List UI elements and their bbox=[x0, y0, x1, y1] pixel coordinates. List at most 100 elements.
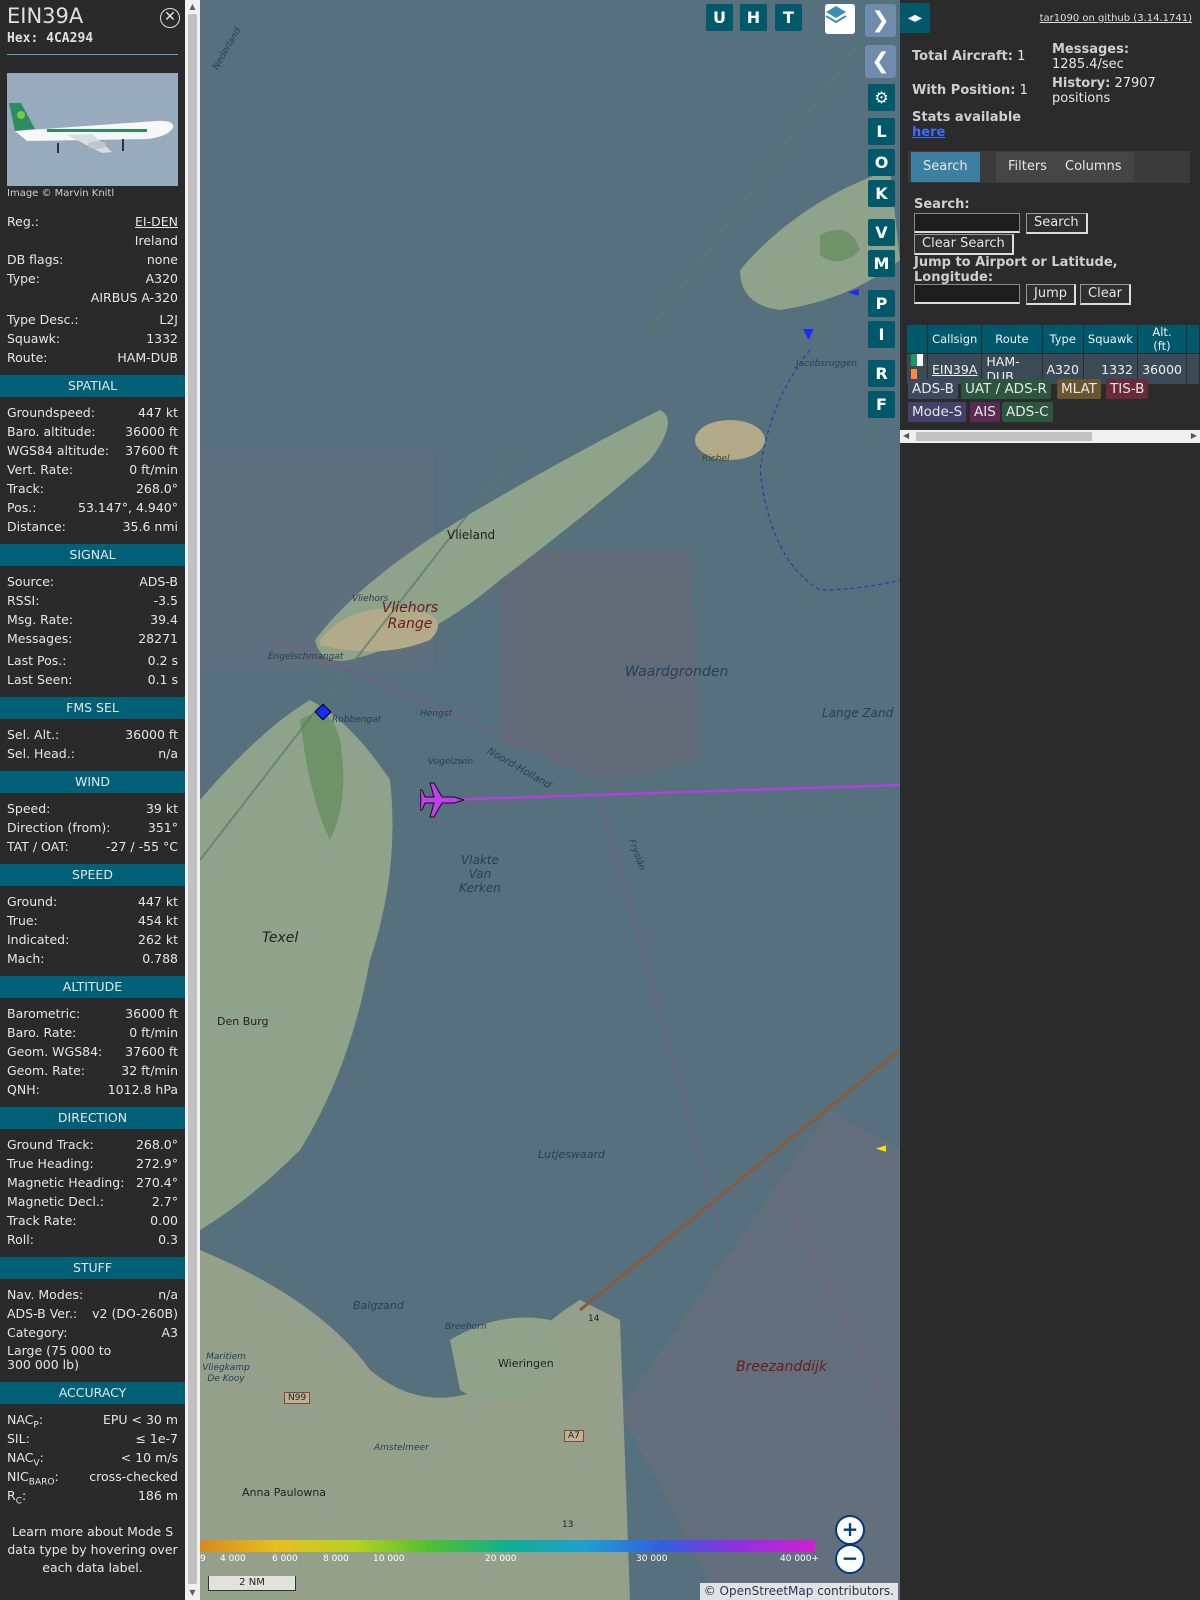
row-label[interactable]: Baro. altitude: bbox=[7, 422, 96, 441]
row-label[interactable]: Barometric: bbox=[7, 1004, 80, 1023]
source-chip-adsc[interactable]: ADS-C bbox=[1002, 402, 1053, 422]
row-label[interactable]: RSSI: bbox=[7, 591, 39, 610]
row-label[interactable]: Track Rate: bbox=[7, 1211, 77, 1230]
source-chip-tisb[interactable]: TIS-B bbox=[1106, 379, 1149, 399]
row-label[interactable]: True Heading: bbox=[7, 1154, 94, 1173]
row-label[interactable]: True: bbox=[7, 911, 38, 930]
row-label[interactable]: Indicated: bbox=[7, 930, 69, 949]
jump-input[interactable] bbox=[914, 284, 1020, 304]
scroll-up-icon[interactable]: ▲ bbox=[185, 2, 200, 11]
toggle-sidebar-icon[interactable]: ◂▸ bbox=[900, 3, 930, 33]
search-button[interactable]: Search bbox=[1026, 213, 1088, 234]
map-button-v[interactable]: V bbox=[868, 219, 895, 246]
row-label[interactable]: NACP: bbox=[7, 1410, 43, 1431]
column-header-callsign[interactable]: Callsign bbox=[928, 325, 982, 353]
row-label[interactable]: TAT / OAT: bbox=[7, 837, 69, 856]
search-input[interactable] bbox=[914, 213, 1020, 233]
row-label[interactable]: Mach: bbox=[7, 949, 44, 968]
close-icon[interactable]: ✕ bbox=[160, 8, 180, 28]
tab-search[interactable]: Search bbox=[911, 152, 980, 182]
yellow-marker-icon[interactable]: ◄ bbox=[876, 1141, 886, 1156]
row-label[interactable]: RC: bbox=[7, 1486, 26, 1507]
map-button-o[interactable]: O bbox=[868, 149, 895, 176]
row-label[interactable]: Roll: bbox=[7, 1230, 34, 1249]
map-button-u[interactable]: U bbox=[706, 4, 733, 31]
column-header-squawk[interactable]: Squawk bbox=[1083, 325, 1137, 353]
map-view[interactable]: Vlieland Vliehors Vliehors Range Waardgr… bbox=[200, 0, 900, 1600]
row-label[interactable]: Track: bbox=[7, 479, 44, 498]
expand-right-icon[interactable]: ❯ bbox=[865, 4, 896, 37]
scrollbar-thumb[interactable] bbox=[188, 14, 197, 1584]
scroll-left-icon[interactable]: ◀ bbox=[903, 431, 909, 440]
row-label[interactable]: Direction (from): bbox=[7, 818, 111, 837]
registration-link[interactable]: EI-DEN bbox=[135, 212, 178, 231]
row-label[interactable]: Sel. Alt.: bbox=[7, 725, 59, 744]
selected-aircraft-icon[interactable] bbox=[420, 780, 464, 820]
map-button-l[interactable]: L bbox=[868, 118, 895, 145]
source-chip-uat[interactable]: UAT / ADS-R bbox=[961, 379, 1051, 399]
arrow-marker-icon[interactable]: ▼ bbox=[803, 326, 814, 342]
squawk-label[interactable]: Squawk: bbox=[7, 329, 60, 348]
route-label[interactable]: Route: bbox=[7, 348, 48, 367]
scroll-down-icon[interactable]: ▼ bbox=[185, 1588, 200, 1597]
map-button-h[interactable]: H bbox=[740, 4, 767, 31]
map-button-r[interactable]: R bbox=[868, 360, 895, 387]
row-label[interactable]: Last Seen: bbox=[7, 670, 72, 689]
row-label[interactable]: NACV: bbox=[7, 1448, 44, 1469]
map-button-i[interactable]: I bbox=[868, 321, 895, 348]
arrow-marker-icon[interactable]: ◄ bbox=[848, 284, 859, 300]
row-label[interactable]: Sel. Head.: bbox=[7, 744, 75, 763]
typedesc-label[interactable]: Type Desc.: bbox=[7, 310, 79, 329]
aircraft-photo[interactable] bbox=[7, 73, 178, 186]
row-label[interactable]: Nav. Modes: bbox=[7, 1285, 83, 1304]
map-button-m[interactable]: M bbox=[868, 250, 895, 277]
column-header-route[interactable]: Route bbox=[982, 325, 1042, 353]
row-label[interactable]: NICBARO: bbox=[7, 1467, 59, 1488]
github-link[interactable]: tar1090 on github (3.14.1741) bbox=[1040, 13, 1192, 24]
row-label[interactable]: Magnetic Heading: bbox=[7, 1173, 124, 1192]
row-label[interactable]: Geom. Rate: bbox=[7, 1061, 85, 1080]
source-chip-modes[interactable]: Mode-S bbox=[908, 402, 967, 422]
collapse-left-icon[interactable]: ❮ bbox=[865, 45, 896, 78]
clear-button[interactable]: Clear bbox=[1080, 284, 1131, 305]
jump-button[interactable]: Jump bbox=[1026, 284, 1076, 305]
table-horizontal-scrollbar[interactable]: ◀ ▶ bbox=[900, 430, 1200, 443]
row-label[interactable]: Last Pos.: bbox=[7, 651, 66, 670]
scrollbar-thumb[interactable] bbox=[916, 432, 1092, 441]
row-label[interactable]: Source: bbox=[7, 572, 54, 591]
clear-search-button[interactable]: Clear Search bbox=[914, 234, 1014, 255]
tab-columns[interactable]: Columns bbox=[1053, 152, 1134, 182]
type-label[interactable]: Type: bbox=[7, 269, 40, 288]
column-header-altitude[interactable]: Alt. (ft) bbox=[1137, 325, 1186, 353]
map-button-p[interactable]: P bbox=[868, 290, 895, 317]
row-label[interactable]: Baro. Rate: bbox=[7, 1023, 76, 1042]
row-label[interactable]: Vert. Rate: bbox=[7, 460, 73, 479]
row-label[interactable]: Magnetic Decl.: bbox=[7, 1192, 104, 1211]
osm-link[interactable]: OpenStreetMap bbox=[720, 1584, 814, 1598]
tab-filters[interactable]: Filters bbox=[996, 152, 1059, 182]
row-label[interactable]: Category: bbox=[7, 1323, 67, 1342]
zoom-out-icon[interactable]: − bbox=[835, 1544, 865, 1574]
row-label[interactable]: Groundspeed: bbox=[7, 403, 95, 422]
source-chip-adsb[interactable]: ADS-B bbox=[908, 379, 958, 399]
zoom-in-icon[interactable]: + bbox=[835, 1515, 865, 1545]
map-button-f[interactable]: F bbox=[868, 391, 895, 418]
row-label[interactable]: Geom. WGS84: bbox=[7, 1042, 102, 1061]
source-chip-ais[interactable]: AIS bbox=[970, 402, 1000, 422]
settings-gear-icon[interactable]: ⚙ bbox=[868, 84, 895, 111]
layers-icon[interactable] bbox=[825, 4, 855, 34]
map-button-k[interactable]: K bbox=[868, 180, 895, 207]
dbflags-label[interactable]: DB flags: bbox=[7, 250, 63, 269]
row-label[interactable]: Ground: bbox=[7, 892, 57, 911]
source-chip-mlat[interactable]: MLAT bbox=[1057, 379, 1101, 399]
row-label[interactable]: ADS-B Ver.: bbox=[7, 1304, 77, 1323]
row-label[interactable]: Distance: bbox=[7, 517, 66, 536]
column-header-type[interactable]: Type bbox=[1042, 325, 1083, 353]
row-label[interactable]: WGS84 altitude: bbox=[7, 441, 109, 460]
row-label[interactable]: Msg. Rate: bbox=[7, 610, 73, 629]
row-label[interactable]: Ground Track: bbox=[7, 1135, 94, 1154]
row-label[interactable]: Speed: bbox=[7, 799, 50, 818]
row-label[interactable]: Pos.: bbox=[7, 498, 36, 517]
stats-link[interactable]: here bbox=[912, 125, 945, 140]
scroll-right-icon[interactable]: ▶ bbox=[1191, 431, 1197, 440]
